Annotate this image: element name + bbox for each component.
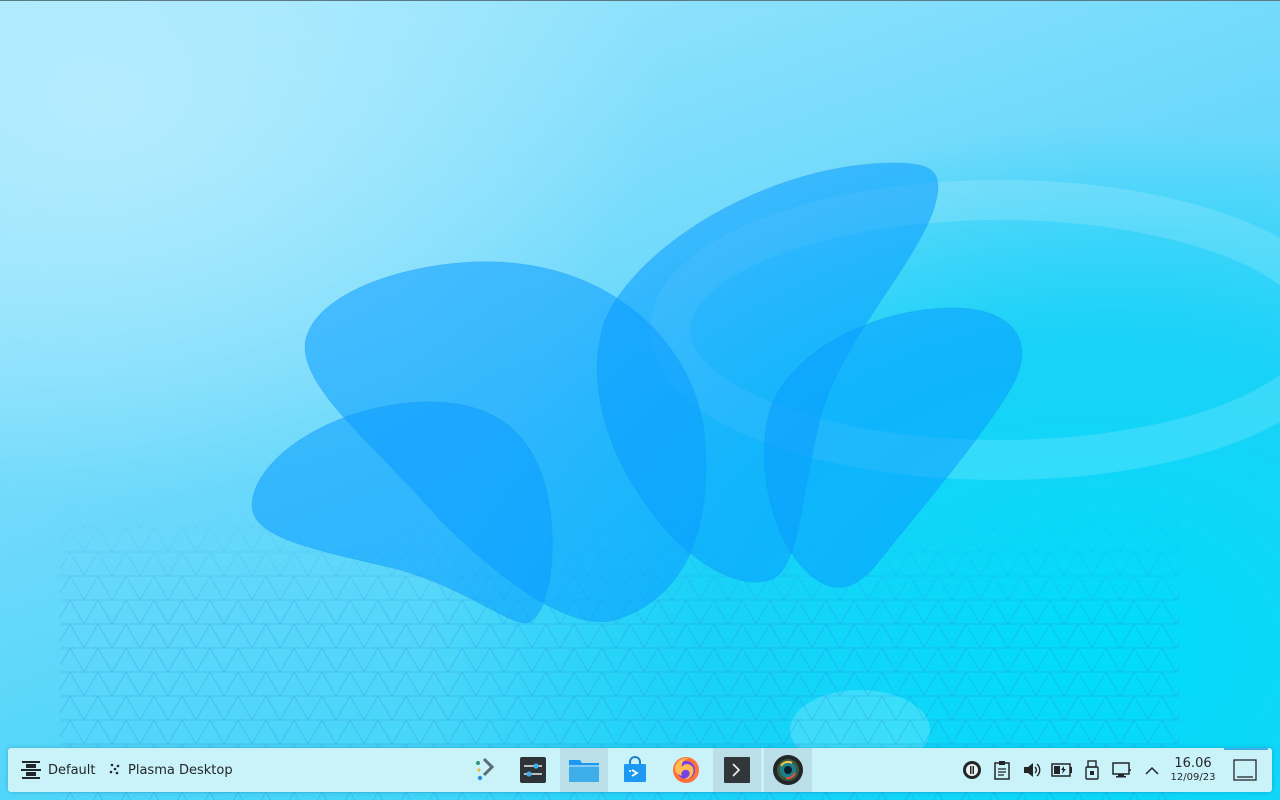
show-desktop-icon bbox=[1233, 759, 1257, 781]
show-desktop-indicator bbox=[1224, 748, 1268, 750]
tray-clipboard[interactable] bbox=[991, 759, 1013, 781]
clipboard-icon bbox=[994, 761, 1010, 780]
task-system-settings[interactable] bbox=[509, 748, 557, 792]
tray-battery[interactable] bbox=[1051, 759, 1073, 781]
task-konsole[interactable] bbox=[713, 748, 761, 792]
show-desktop-button[interactable] bbox=[1222, 748, 1268, 792]
clock-date: 12/09/23 bbox=[1170, 772, 1216, 783]
activities-button[interactable]: Default bbox=[14, 748, 104, 792]
battery-icon bbox=[1051, 763, 1072, 777]
application-launcher[interactable] bbox=[460, 748, 508, 792]
network-icon bbox=[1112, 762, 1131, 778]
kde-launcher-icon bbox=[476, 757, 495, 781]
wallpaper bbox=[60, 162, 1280, 800]
settings-sliders-icon bbox=[520, 757, 546, 783]
task-discover[interactable] bbox=[611, 748, 659, 792]
activities-icon bbox=[14, 759, 48, 781]
activities-label: Default bbox=[48, 762, 96, 778]
task-camera[interactable] bbox=[764, 748, 812, 792]
tray-updates[interactable] bbox=[961, 759, 983, 781]
desktop-dots-icon bbox=[108, 761, 124, 780]
camera-lens-icon bbox=[773, 755, 803, 785]
desktop[interactable] bbox=[0, 0, 1280, 800]
usb-device-icon bbox=[1085, 760, 1099, 780]
clock-time: 16.06 bbox=[1174, 756, 1212, 771]
digital-clock[interactable]: 16.06 12/09/23 bbox=[1166, 748, 1220, 792]
tray-network[interactable] bbox=[1111, 759, 1133, 781]
tray-usb-device[interactable] bbox=[1081, 759, 1103, 781]
expand-tray-icon bbox=[1145, 766, 1159, 775]
folder-icon bbox=[569, 760, 599, 782]
desktop-label: Plasma Desktop bbox=[128, 762, 233, 778]
tray-volume[interactable] bbox=[1021, 759, 1043, 781]
plasma-panel: Default Plasma Desktop 16.06 12/09/23 bbox=[8, 748, 1272, 792]
firefox-icon bbox=[673, 757, 699, 783]
task-dolphin[interactable] bbox=[560, 748, 608, 792]
updates-icon bbox=[963, 761, 981, 779]
tray-expander[interactable] bbox=[1141, 759, 1163, 781]
task-firefox[interactable] bbox=[662, 748, 710, 792]
volume-icon bbox=[1024, 763, 1041, 777]
terminal-icon bbox=[724, 757, 750, 783]
shopping-bag-icon bbox=[624, 756, 646, 782]
current-desktop-button[interactable]: Plasma Desktop bbox=[108, 748, 233, 792]
